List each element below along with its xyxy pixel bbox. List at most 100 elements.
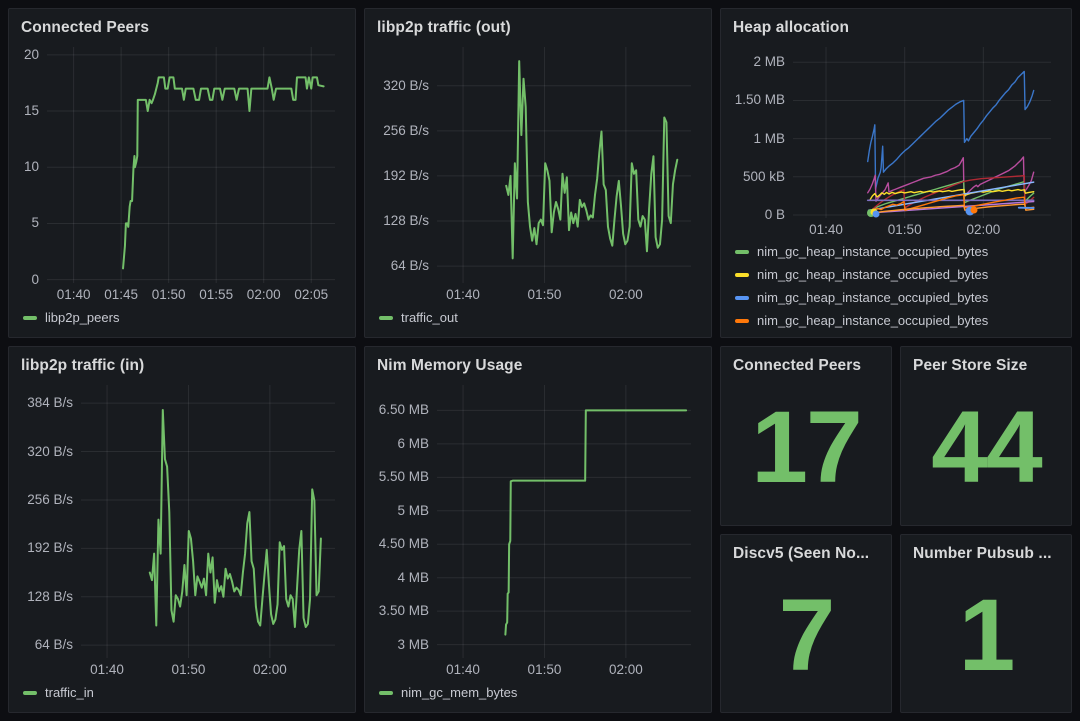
legend-label: traffic_out (401, 310, 458, 326)
panel-title[interactable]: libp2p traffic (in) (21, 353, 343, 379)
series-line-libp2p_peers (123, 77, 324, 268)
panel-nim-memory-usage: Nim Memory Usage 3 MB 3.50 MB 4 MB 4.50 MB 5… (364, 346, 712, 713)
panel-title[interactable]: libp2p traffic (out) (377, 15, 699, 41)
legend: nim_gc_heap_instance_occupied_bytes nim_g… (733, 240, 1059, 329)
x-tick-label: 01:50 (152, 288, 186, 302)
legend-swatch (379, 691, 393, 695)
legend-item-traffic_out[interactable]: traffic_out (379, 310, 458, 326)
x-tick-label: 02:00 (966, 223, 1000, 237)
y-tick-label: 10 (21, 160, 39, 174)
heap-allocation-chart: 0 B 500 kB 1 MB 1.50 MB 2 MB 01:40 01:50 02:00 (733, 41, 1059, 240)
x-tick-label: 01:50 (528, 288, 562, 302)
y-tick-label: 3.50 MB (377, 604, 429, 618)
legend-swatch (23, 316, 37, 320)
y-tick-label: 128 B/s (21, 590, 73, 604)
legend-item-traffic_in[interactable]: traffic_in (23, 685, 94, 701)
y-tick-label: 192 B/s (21, 541, 73, 555)
y-tick-label: 6 MB (377, 437, 429, 451)
x-tick-label: 01:55 (199, 288, 233, 302)
traffic-in-chart: 64 B/s 128 B/s 192 B/s 256 B/s 320 B/s 384 B/… (21, 379, 343, 680)
y-tick-label: 4 MB (377, 571, 429, 585)
legend-item-libp2p_peers[interactable]: libp2p_peers (23, 310, 119, 326)
panel-title[interactable]: Discv5 (Seen No... (733, 541, 879, 567)
legend-label: nim_gc_mem_bytes (401, 685, 517, 701)
panel-title[interactable]: Connected Peers (21, 15, 343, 41)
x-tick-label: 01:50 (888, 223, 922, 237)
panel-title[interactable]: Connected Peers (733, 353, 879, 379)
x-tick-label: 01:40 (90, 663, 124, 677)
panel-title[interactable]: Heap allocation (733, 15, 1059, 41)
series-point-marker (970, 207, 977, 214)
panel-libp2p-traffic-in: libp2p traffic (in) 64 B/s 128 B/s 192 B/s… (8, 346, 356, 713)
panel-number-pubsub-stat: Number Pubsub ... 1 (900, 534, 1072, 713)
legend: traffic_in (21, 680, 343, 704)
x-tick-label: 01:40 (57, 288, 91, 302)
panel-libp2p-traffic-out: libp2p traffic (out) 64 B/s128 B/s192 B/… (364, 8, 712, 338)
legend-label: nim_gc_heap_instance_occupied_bytes (757, 267, 988, 283)
panel-title[interactable]: Nim Memory Usage (377, 353, 699, 379)
nim-memory-chart: 3 MB 3.50 MB 4 MB 4.50 MB 5 MB 5.50 MB 6 MB 6.5… (377, 379, 699, 680)
panel-title[interactable]: Number Pubsub ... (913, 541, 1059, 567)
panel-peer-store-size-stat: Peer Store Size 44 (900, 346, 1072, 526)
legend: traffic_out (377, 305, 699, 329)
legend-swatch (735, 296, 749, 300)
stat-value: 7 (733, 567, 879, 704)
y-tick-label: 64 B/s (377, 259, 429, 273)
y-tick-label: 384 B/s (21, 396, 73, 410)
plot-area (81, 385, 335, 658)
y-tick-label: 5.50 MB (377, 470, 429, 484)
y-tick-label: 6.50 MB (377, 403, 429, 417)
y-tick-label: 64 B/s (21, 638, 73, 652)
x-tick-label: 02:00 (247, 288, 281, 302)
panel-connected-peers-stat: Connected Peers 17 (720, 346, 892, 526)
x-tick-label: 01:50 (172, 663, 206, 677)
y-tick-label: 0 B (733, 208, 785, 222)
y-tick-label: 128 B/s (377, 214, 429, 228)
legend-label: traffic_in (45, 685, 94, 701)
stat-value: 17 (733, 379, 879, 517)
y-tick-label: 2 MB (733, 55, 785, 69)
y-tick-label: 320 B/s (377, 79, 429, 93)
plot-area (47, 47, 335, 283)
legend-swatch (735, 250, 749, 254)
x-tick-label: 01:40 (809, 223, 843, 237)
x-tick-label: 01:40 (446, 288, 480, 302)
x-tick-label: 01:50 (528, 663, 562, 677)
x-tick-label: 02:00 (253, 663, 287, 677)
legend-item-nim_gc_heap_instance_occupied_bytes[interactable]: nim_gc_heap_instance_occupied_bytes (735, 313, 988, 329)
y-tick-label: 3 MB (377, 638, 429, 652)
stat-value: 1 (913, 567, 1059, 704)
y-tick-label: 500 kB (733, 170, 785, 184)
legend-item-nim_gc_mem_bytes[interactable]: nim_gc_mem_bytes (379, 685, 517, 701)
y-tick-label: 256 B/s (21, 493, 73, 507)
y-tick-label: 256 B/s (377, 124, 429, 138)
legend-label: nim_gc_heap_instance_occupied_bytes (757, 313, 988, 329)
legend: libp2p_peers (21, 305, 343, 329)
legend-item-nim_gc_heap_instance_occupied_bytes[interactable]: nim_gc_heap_instance_occupied_bytes (735, 244, 988, 260)
legend-item-nim_gc_heap_instance_occupied_bytes[interactable]: nim_gc_heap_instance_occupied_bytes (735, 267, 988, 283)
y-tick-label: 15 (21, 104, 39, 118)
y-tick-label: 5 (21, 216, 39, 230)
series-line-traffic_in (150, 410, 321, 627)
series-line-heap-violet (869, 202, 1033, 213)
y-tick-label: 1.50 MB (733, 93, 785, 107)
legend: nim_gc_mem_bytes (377, 680, 699, 704)
legend-swatch (735, 273, 749, 277)
x-tick-label: 01:45 (104, 288, 138, 302)
plot-area (793, 47, 1051, 218)
y-tick-label: 320 B/s (21, 445, 73, 459)
plot-area (437, 47, 691, 283)
legend-item-nim_gc_heap_instance_occupied_bytes[interactable]: nim_gc_heap_instance_occupied_bytes (735, 290, 988, 306)
stat-value: 44 (913, 379, 1059, 517)
x-tick-label: 02:00 (609, 288, 643, 302)
y-tick-label: 5 MB (377, 504, 429, 518)
y-tick-label: 1 MB (733, 132, 785, 146)
y-tick-label: 4.50 MB (377, 537, 429, 551)
traffic-out-chart: 64 B/s128 B/s192 B/s256 B/s320 B/s01:400… (377, 41, 699, 305)
panel-heap-allocation: Heap allocation 0 B 500 kB 1 MB 1.50 MB 2 MB… (720, 8, 1072, 338)
panel-title[interactable]: Peer Store Size (913, 353, 1059, 379)
grafana-dashboard: Connected Peers 0510152001:4001:4501:500… (0, 0, 1080, 721)
legend-label: nim_gc_heap_instance_occupied_bytes (757, 290, 988, 306)
legend-label: libp2p_peers (45, 310, 119, 326)
plot-area (437, 385, 691, 658)
